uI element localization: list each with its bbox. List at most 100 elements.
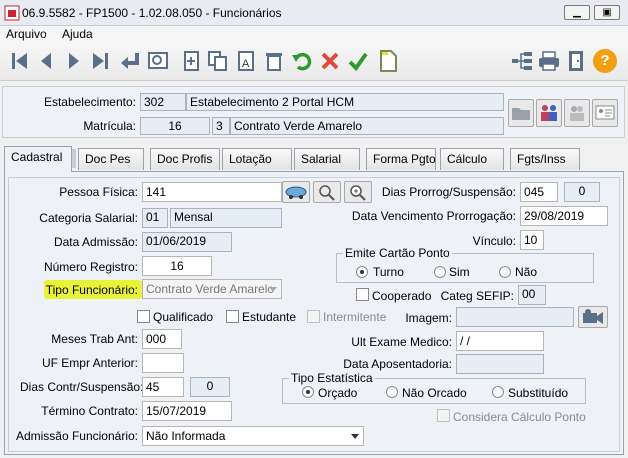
zoom-button[interactable]	[344, 181, 372, 203]
maximize-button[interactable]: ▣	[594, 5, 620, 20]
undo-icon[interactable]	[290, 49, 314, 73]
tab-label: Cadastral	[11, 150, 63, 164]
tipo-orcado-label: Orçado	[318, 386, 358, 400]
data-vencimento-input[interactable]: 29/08/2019	[520, 206, 608, 226]
toolbar: A ?	[0, 43, 628, 81]
tab-forma-pgto[interactable]: Forma Pgto	[366, 148, 436, 170]
exit-icon[interactable]	[564, 49, 588, 73]
card-button[interactable]	[592, 99, 618, 127]
preview-icon[interactable]	[146, 49, 170, 73]
data-aposentadoria-field	[456, 354, 544, 374]
tipo-funcionario-select[interactable]: Contrato Verde Amarelo	[142, 279, 282, 299]
cooperado-label: Cooperado	[372, 289, 432, 303]
tipo-estatistica-caption: Tipo Estatística	[289, 371, 375, 385]
data-aposentadoria-label: Data Aposentadoria:	[343, 357, 452, 371]
matricula-value: 16	[140, 117, 210, 135]
considera-calculo-checkbox[interactable]	[437, 409, 450, 422]
tab-cadastral[interactable]: Cadastral	[4, 146, 76, 172]
tab-calculo[interactable]: Cálculo	[440, 148, 504, 170]
admissao-funcionario-value: Não Informada	[146, 429, 226, 443]
tipo-nao-orcado-radio[interactable]	[386, 386, 398, 398]
dias-prorrog-label: Dias Prorrog/Suspensão:	[381, 185, 516, 199]
admissao-funcionario-select[interactable]: Não Informada	[142, 426, 364, 446]
tipo-substituido-label: Substituído	[508, 386, 569, 400]
dias-prorrog-input[interactable]: 045	[520, 182, 558, 202]
emite-sim-radio[interactable]	[434, 266, 446, 278]
data-vencimento-label: Data Vencimento Prorrogação:	[351, 209, 516, 223]
tab-salarial[interactable]: Salarial	[294, 148, 360, 170]
categoria-label: Categoria Salarial:	[39, 211, 138, 225]
tab-label: Doc Profis	[157, 152, 213, 166]
pessoa-fisica-lookup-button[interactable]	[282, 181, 310, 203]
emite-cartao-caption: Emite Cartão Ponto	[343, 246, 452, 260]
delete-icon[interactable]	[262, 49, 286, 73]
categ-sefip-label: Categ SEFIP:	[440, 289, 514, 303]
camera-button[interactable]	[578, 306, 608, 328]
first-icon[interactable]	[8, 49, 32, 73]
tab-fgts-inss[interactable]: Fgts/Inss	[510, 148, 580, 170]
vinculo-input[interactable]: 10	[520, 230, 544, 250]
cancel-icon[interactable]	[318, 49, 342, 73]
categoria-code: 01	[142, 208, 168, 228]
minimize-button[interactable]: ▁	[564, 5, 590, 20]
people-button[interactable]	[536, 99, 562, 127]
chevron-down-icon	[351, 434, 359, 439]
folder-button[interactable]	[508, 99, 534, 127]
menu-bar: Arquivo Ajuda	[0, 26, 628, 43]
dias-contr-input[interactable]: 45	[142, 377, 184, 397]
cooperado-checkbox[interactable]	[356, 288, 369, 301]
termino-contrato-input[interactable]: 15/07/2019	[142, 401, 232, 421]
tab-doc-pes[interactable]: Doc Pes	[78, 148, 144, 170]
categ-sefip-value: 00	[518, 285, 546, 305]
confirm-icon[interactable]	[346, 49, 370, 73]
estabelecimento-code: 302	[140, 93, 186, 111]
estabelecimento-name: Estabelecimento 2 Portal HCM	[186, 93, 504, 111]
text-icon[interactable]: A	[234, 49, 258, 73]
tipo-orcado-radio[interactable]	[302, 386, 314, 398]
estudante-checkbox[interactable]	[226, 310, 239, 323]
matricula-label: Matrícula:	[83, 119, 136, 133]
menu-arquivo[interactable]: Arquivo	[6, 27, 47, 41]
group-button[interactable]	[564, 99, 590, 127]
app-icon	[4, 5, 20, 21]
menu-ajuda[interactable]: Ajuda	[62, 27, 93, 41]
enter-icon[interactable]	[118, 49, 142, 73]
print-icon[interactable]	[537, 49, 561, 73]
intermitente-label: Intermitente	[323, 310, 387, 324]
ult-exame-input[interactable]: / /	[456, 331, 544, 351]
tab-label: Salarial	[301, 152, 342, 166]
meses-trab-label: Meses Trab Ant:	[51, 332, 138, 346]
termino-contrato-label: Término Contrato:	[41, 404, 138, 418]
search-icon	[319, 185, 335, 201]
emite-nao-radio[interactable]	[499, 266, 511, 278]
numero-registro-input[interactable]: 16	[142, 256, 212, 276]
emite-turno-radio[interactable]	[356, 266, 368, 278]
folder-icon	[512, 108, 530, 120]
qualificado-checkbox[interactable]	[137, 310, 150, 323]
pessoa-fisica-input[interactable]: 141	[142, 182, 282, 202]
pessoa-fisica-label: Pessoa Física:	[59, 185, 138, 199]
search-button[interactable]	[313, 181, 341, 203]
car-icon	[285, 186, 307, 199]
meses-trab-input[interactable]: 000	[142, 329, 182, 349]
new-icon[interactable]	[180, 49, 204, 73]
ult-exame-label: Ult Exame Medico:	[351, 335, 452, 349]
data-admissao-value: 01/06/2019	[142, 232, 232, 252]
intermitente-checkbox[interactable]	[307, 310, 320, 323]
blank-doc-icon[interactable]	[376, 49, 400, 73]
uf-empr-input[interactable]	[142, 353, 184, 373]
tipo-funcionario-label: Tipo Funcionário:	[45, 283, 138, 297]
svg-text:A: A	[242, 58, 250, 70]
copy-icon[interactable]	[206, 49, 230, 73]
next-icon[interactable]	[62, 49, 86, 73]
last-icon[interactable]	[88, 49, 112, 73]
tipo-substituido-radio[interactable]	[492, 386, 504, 398]
prev-icon[interactable]	[34, 49, 58, 73]
tab-lotacao[interactable]: Lotação	[222, 148, 292, 170]
tab-label: Forma Pgto	[373, 152, 436, 166]
people-icon	[541, 105, 557, 121]
tab-label: Lotação	[229, 152, 272, 166]
tree-icon[interactable]	[510, 49, 534, 73]
help-icon[interactable]: ?	[593, 49, 617, 73]
tab-doc-profis[interactable]: Doc Profis	[150, 148, 220, 170]
